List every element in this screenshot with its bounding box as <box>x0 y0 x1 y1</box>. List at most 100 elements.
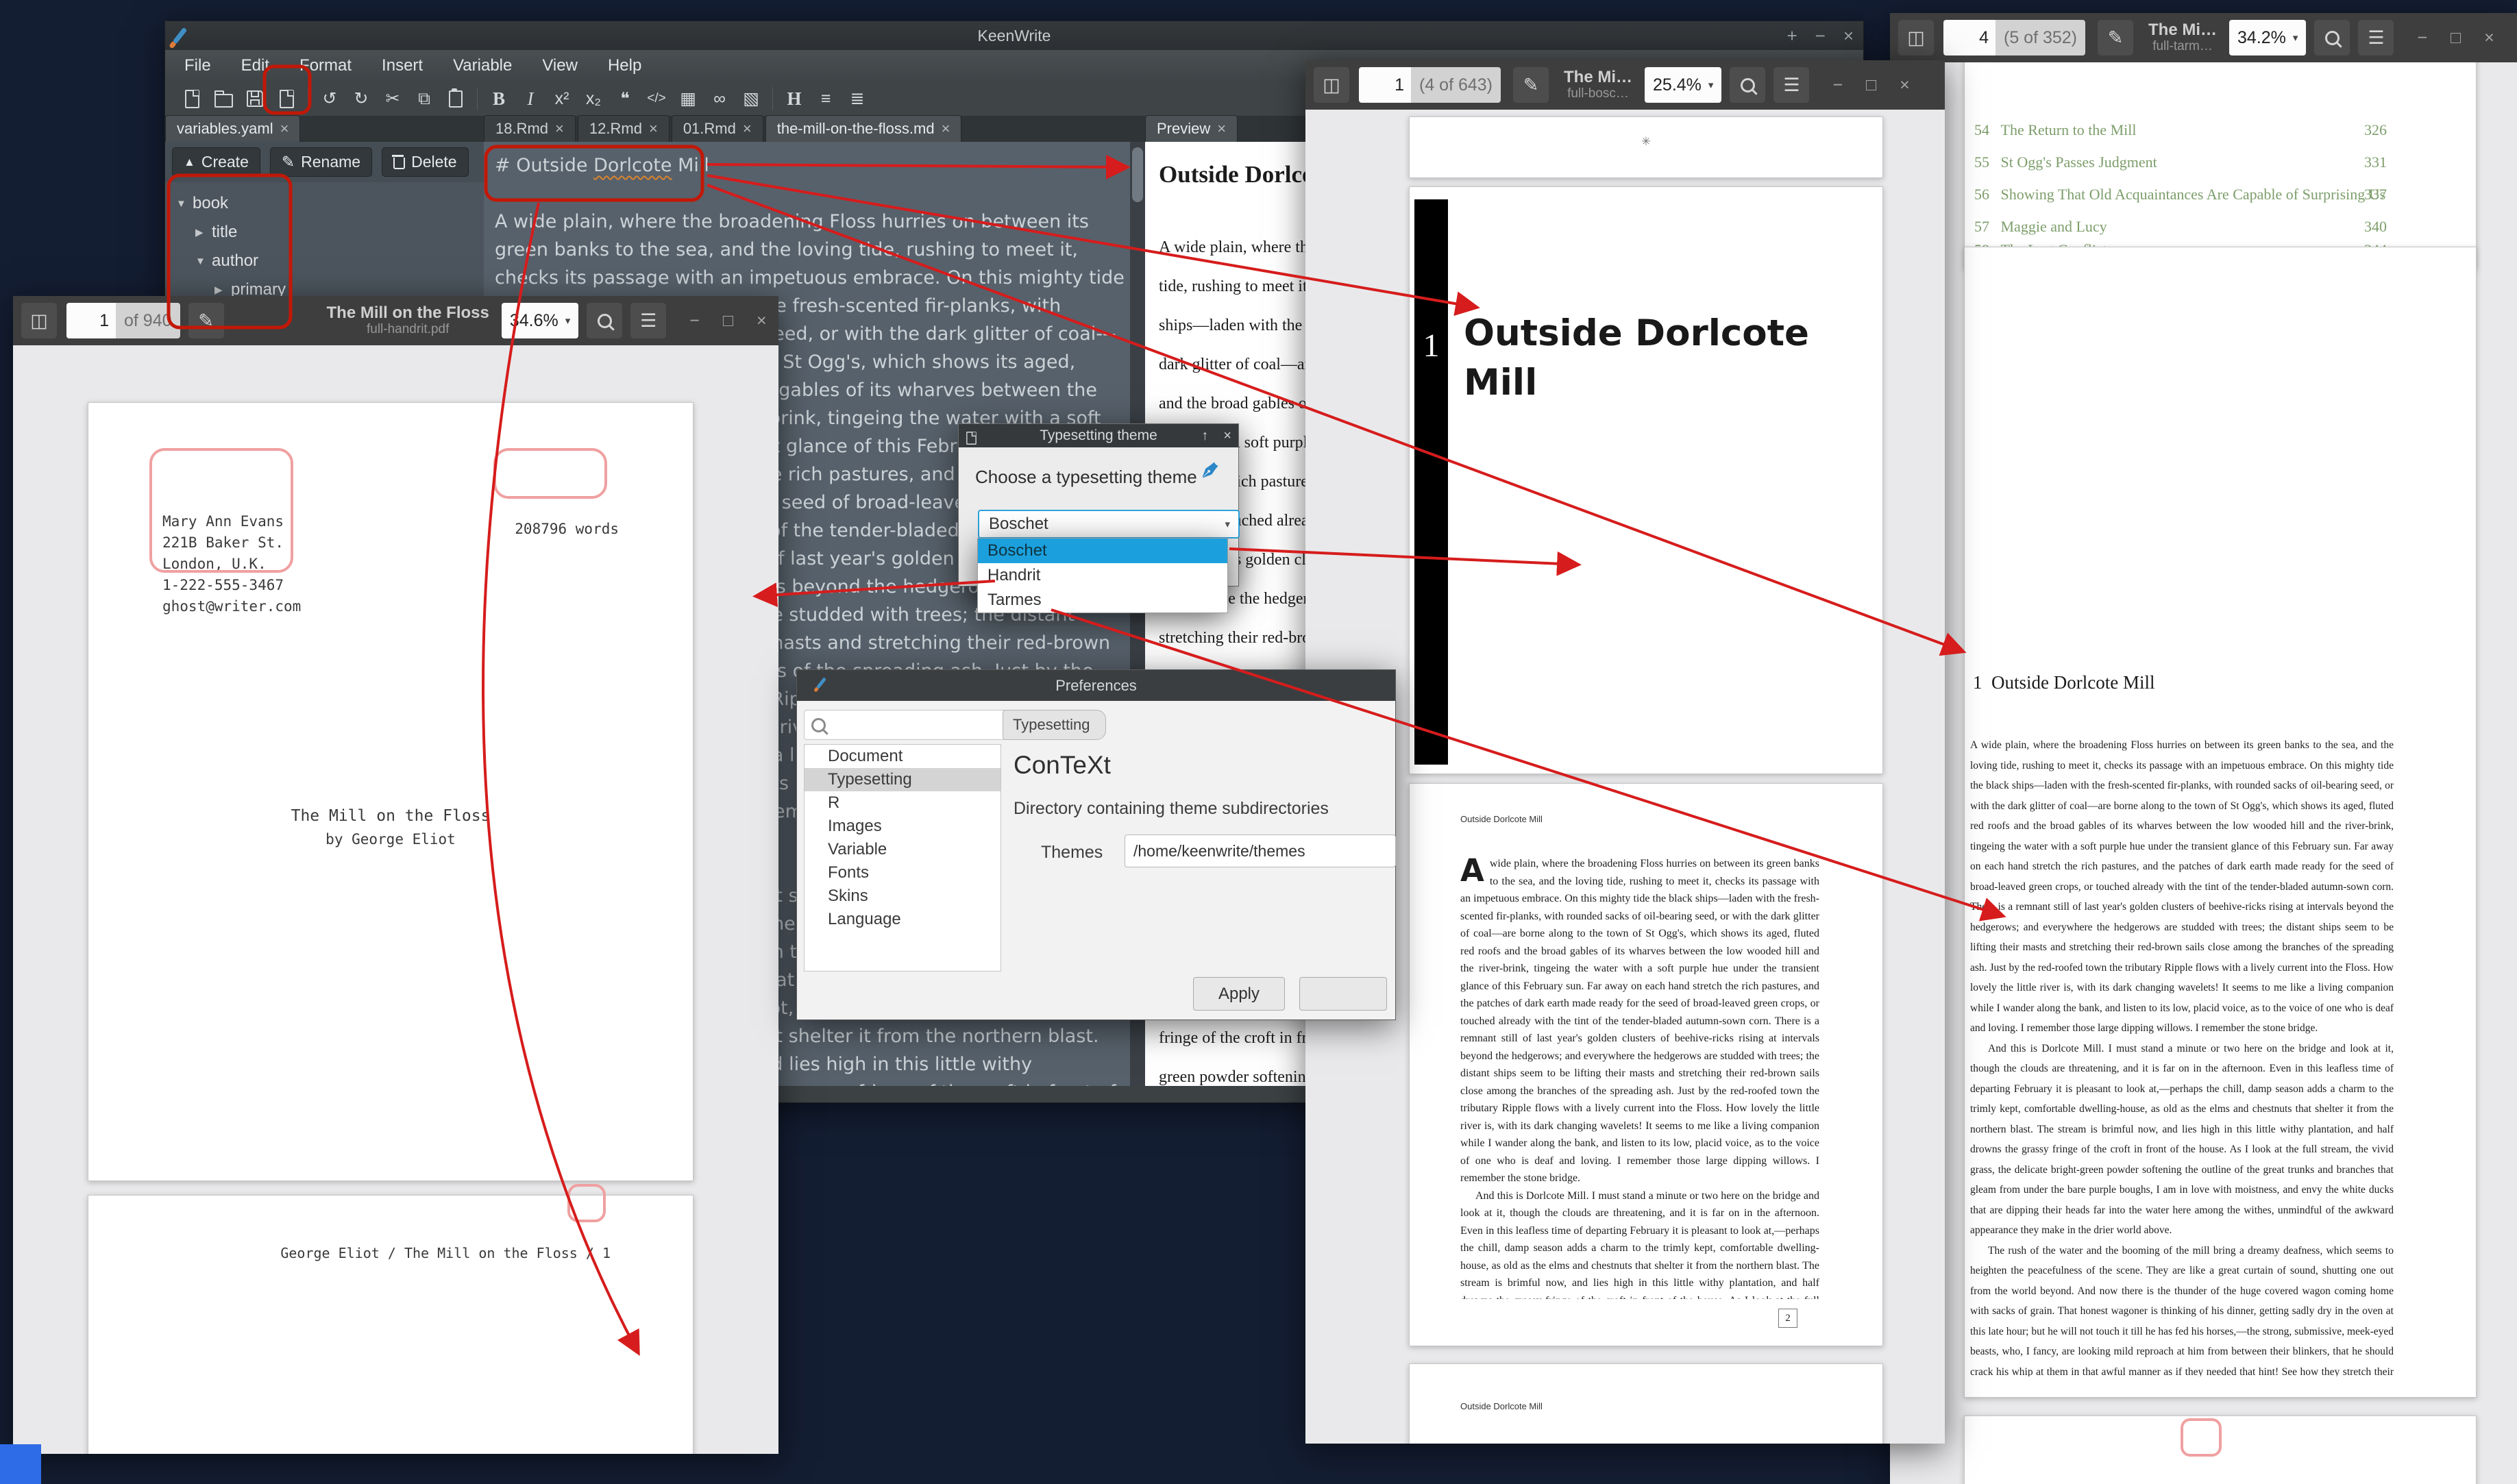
zoom-control[interactable]: 34.2%▾ <box>2229 20 2306 55</box>
page-number-input[interactable]: 4 <box>1943 20 1996 55</box>
close-button[interactable]: × <box>2484 28 2494 48</box>
menu-button[interactable]: ☰ <box>1773 67 1809 103</box>
minimize-button[interactable]: − <box>2417 28 2427 48</box>
option-handrit[interactable]: Handrit <box>978 563 1227 588</box>
search-button[interactable] <box>1730 67 1765 103</box>
close-tab-icon[interactable]: × <box>555 120 564 137</box>
image-button[interactable]: ▧ <box>735 84 767 114</box>
tree-item-book[interactable]: ▼book <box>176 189 484 218</box>
close-tab-icon[interactable]: × <box>1217 120 1226 137</box>
maximize-button[interactable]: □ <box>723 311 733 331</box>
subscript-button[interactable]: x₂ <box>578 84 609 114</box>
italic-button[interactable]: I <box>515 84 546 114</box>
category-skins[interactable]: Skins <box>805 885 1000 908</box>
heading-button[interactable]: H <box>778 84 810 114</box>
category-images[interactable]: Images <box>805 815 1000 838</box>
zoom-control[interactable]: 25.4%▾ <box>1645 67 1721 103</box>
category-fonts[interactable]: Fonts <box>805 861 1000 885</box>
close-tab-icon[interactable]: × <box>649 120 658 137</box>
sidebar-toggle-button[interactable]: ◫ <box>21 303 57 338</box>
tab-variables-yaml[interactable]: variables.yaml× <box>165 115 300 142</box>
code-block-button[interactable]: ▦ <box>672 84 704 114</box>
minimize-button[interactable]: − <box>1832 75 1843 95</box>
save-button[interactable] <box>239 84 271 114</box>
expand-icon[interactable]: ▼ <box>195 256 212 267</box>
apply-button[interactable]: Apply <box>1193 977 1285 1011</box>
tree-item-title[interactable]: ▶title <box>176 218 484 247</box>
menu-variable[interactable]: Variable <box>453 56 512 75</box>
preferences-titlebar[interactable]: Preferences <box>797 670 1395 701</box>
search-button[interactable] <box>587 303 622 338</box>
scrollbar-thumb[interactable] <box>1132 147 1143 202</box>
maximize-button[interactable]: + <box>1787 25 1797 47</box>
menu-file[interactable]: File <box>184 56 211 75</box>
minimize-button[interactable]: − <box>689 311 700 331</box>
close-tab-icon[interactable]: × <box>743 120 752 137</box>
blockquote-button[interactable]: ❝ <box>609 84 641 114</box>
taskbar-fragment[interactable] <box>0 1444 41 1484</box>
delete-variable-button[interactable]: Delete <box>382 147 468 177</box>
export-pdf-button[interactable] <box>271 84 302 114</box>
ok-button-partial[interactable] <box>1299 977 1387 1011</box>
redo-button[interactable]: ↻ <box>345 84 377 114</box>
maximize-button[interactable]: □ <box>2451 28 2461 48</box>
preferences-search-input[interactable] <box>804 710 1008 740</box>
zoom-control[interactable]: 34.6%▾ <box>502 303 578 338</box>
create-variable-button[interactable]: ▲Create <box>172 147 260 177</box>
page-number-input[interactable]: 1 <box>1359 67 1411 103</box>
page-number-control[interactable]: 1 (4 of 643) <box>1359 67 1501 103</box>
copy-button[interactable]: ⧉ <box>408 84 440 114</box>
tab-preview[interactable]: Preview× <box>1145 115 1238 142</box>
cut-button[interactable]: ✂ <box>377 84 408 114</box>
new-file-button[interactable] <box>176 84 208 114</box>
theme-dropdown[interactable]: Boschet ▾ <box>978 510 1240 539</box>
option-tarmes[interactable]: Tarmes <box>978 588 1227 613</box>
maximize-button[interactable]: ↑ <box>1201 428 1208 444</box>
menu-view[interactable]: View <box>542 56 578 75</box>
category-r[interactable]: R <box>805 791 1000 815</box>
themes-path-input[interactable]: /home/keenwrite/themes <box>1125 834 1396 867</box>
rename-variable-button[interactable]: ✎Rename <box>270 147 372 177</box>
pdf-content[interactable]: 54 The Return to the Mill 326 55 St Ogg'… <box>1890 62 2517 1484</box>
expand-icon[interactable]: ▼ <box>176 198 193 210</box>
category-language[interactable]: Language <box>805 908 1000 931</box>
expand-icon[interactable]: ▶ <box>214 284 231 296</box>
menu-help[interactable]: Help <box>608 56 641 75</box>
page-number-control[interactable]: 4 (5 of 352) <box>1943 20 2085 55</box>
pdf-content[interactable]: Mary Ann Evans 221B Baker St. London, U.… <box>13 345 778 1454</box>
tab-12rmd[interactable]: 12.Rmd× <box>578 115 670 142</box>
close-tab-icon[interactable]: × <box>942 120 950 137</box>
bold-button[interactable]: B <box>483 84 515 114</box>
undo-button[interactable]: ↺ <box>314 84 345 114</box>
link-button[interactable]: ∞ <box>704 84 735 114</box>
menu-edit[interactable]: Edit <box>241 56 269 75</box>
maximize-button[interactable]: □ <box>1866 75 1876 95</box>
close-button[interactable]: × <box>757 311 767 331</box>
menu-button[interactable]: ☰ <box>2358 20 2394 55</box>
open-file-button[interactable] <box>208 84 239 114</box>
dialog-titlebar[interactable]: Typesetting theme ↑ × <box>959 424 1238 447</box>
category-variable[interactable]: Variable <box>805 838 1000 861</box>
superscript-button[interactable]: x² <box>546 84 578 114</box>
category-typesetting[interactable]: Typesetting <box>805 768 1000 791</box>
page-number-input[interactable]: 1 <box>66 303 116 338</box>
search-button[interactable] <box>2314 20 2350 55</box>
bullet-list-button[interactable]: ≡ <box>810 84 842 114</box>
keenwrite-titlebar[interactable]: KeenWrite + − × <box>165 21 1863 50</box>
edit-pencil-button[interactable]: ✎ <box>2098 20 2133 55</box>
tab-the-mill-on-the-floss[interactable]: the-mill-on-the-floss.md× <box>765 115 962 142</box>
numbered-list-button[interactable]: ≣ <box>842 84 873 114</box>
edit-pencil-button[interactable]: ✎ <box>188 303 224 338</box>
close-button[interactable]: × <box>1843 25 1854 47</box>
edit-pencil-button[interactable]: ✎ <box>1513 67 1549 103</box>
sidebar-toggle-button[interactable]: ◫ <box>1898 20 1934 55</box>
tree-item-author[interactable]: ▼author <box>176 247 484 275</box>
minimize-button[interactable]: − <box>1815 25 1826 47</box>
close-button[interactable]: × <box>1223 428 1231 444</box>
tab-18rmd[interactable]: 18.Rmd× <box>484 115 576 142</box>
pdf-content[interactable]: ✳ 1 Outside Dorlcote Mill Outside Dorlco… <box>1305 110 1945 1444</box>
category-document[interactable]: Document <box>805 745 1000 768</box>
menu-button[interactable]: ☰ <box>630 303 666 338</box>
paste-button[interactable] <box>440 84 471 114</box>
option-boschet[interactable]: Boschet <box>978 539 1227 563</box>
